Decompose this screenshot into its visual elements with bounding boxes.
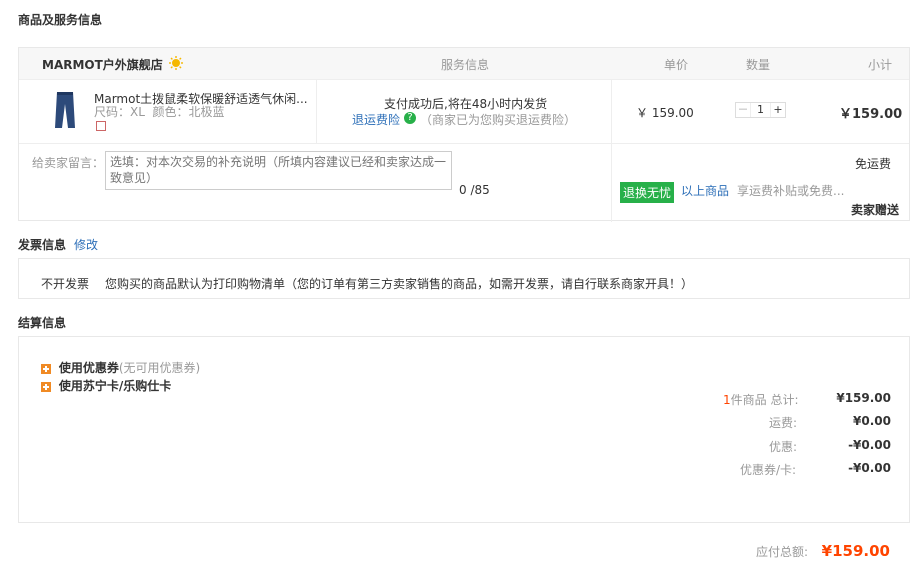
col-unit-price: 单价 (664, 58, 689, 72)
free-shipping: 免运费 (855, 157, 892, 171)
coupon-toggle[interactable]: 使用优惠券(无可用优惠券) (41, 359, 200, 376)
card-label[interactable]: 使用苏宁卡/乐购仕卡 (59, 379, 171, 393)
coupon-card-label: 优惠券/卡: (740, 463, 797, 477)
remark-counter: 0 /85 (459, 183, 490, 197)
product-spec: 尺码：XL 颜色：北极蓝 (94, 105, 225, 119)
payable-label: 应付总额: (756, 545, 809, 559)
divider (19, 143, 909, 144)
coupon-note: (无可用优惠券) (118, 361, 201, 375)
insurance-note: （商家已为您购买退运费险） (420, 113, 577, 127)
store-name[interactable]: MARMOT户外旗舰店 (42, 56, 163, 73)
invoice-section-title: 发票信息 (18, 238, 67, 252)
col-subtotal: 小计 (868, 58, 893, 72)
summary-total-row: 1件商品 总计: ¥159.00 (723, 391, 891, 408)
expand-plus-icon[interactable] (41, 381, 51, 392)
payable-total: ¥159.00 (821, 542, 890, 560)
item-count-label: 件商品 总计: (730, 393, 799, 407)
coupon-card-value: -¥0.00 (848, 461, 891, 475)
shipping-label: 运费: (769, 416, 798, 430)
product-subtotal: ￥159.00 (839, 107, 903, 122)
help-icon[interactable]: ? (404, 112, 416, 124)
summary-coupon-card-row: 优惠券/卡: -¥0.00 (723, 461, 891, 478)
invoice-edit-link[interactable]: 修改 (74, 236, 98, 253)
invoice-type: 不开发票 (41, 277, 90, 291)
remark-label: 给卖家留言： (32, 156, 105, 170)
col-service: 服务信息 (441, 58, 490, 72)
invoice-panel: 不开发票 您购买的商品默认为打印购物清单（您的订单有第三方卖家销售的商品，如需开… (18, 258, 910, 299)
seller-gift: 卖家赠送 (851, 203, 900, 217)
discount-value: -¥0.00 (848, 438, 891, 452)
item-count: 1 (723, 393, 731, 407)
sun-badge-icon (169, 56, 183, 70)
settlement-panel: 使用优惠券(无可用优惠券) 使用苏宁卡/乐购仕卡 1件商品 总计: ¥159.0… (18, 336, 910, 523)
return-goods-link[interactable]: 以上商品 (681, 182, 729, 199)
product-thumbnail[interactable] (52, 90, 78, 132)
summary-discount-row: 优惠: -¥0.00 (723, 438, 891, 455)
unit-price: ￥ 159.00 (636, 106, 694, 120)
goods-section-title: 商品及服务信息 (18, 13, 103, 27)
summary-total: ¥159.00 (836, 391, 891, 405)
return-insurance-link[interactable]: 退运费险 (352, 111, 400, 128)
service-delivery: 支付成功后,将在48小时内发货 (384, 97, 548, 111)
quantity-input[interactable]: 1 (750, 103, 771, 117)
coupon-label[interactable]: 使用优惠券 (59, 361, 119, 375)
expand-plus-icon[interactable] (41, 363, 51, 374)
card-toggle[interactable]: 使用苏宁卡/乐购仕卡 (41, 377, 171, 394)
divider (316, 80, 317, 143)
remark-textarea[interactable] (105, 151, 452, 190)
payable-row: 应付总额: ¥159.00 (756, 542, 890, 560)
col-quantity: 数量 (746, 58, 771, 72)
settlement-section-title: 结算信息 (18, 316, 67, 330)
shipping-value: ¥0.00 (853, 414, 891, 428)
return-tag: 退换无忧 (620, 182, 675, 203)
quantity-plus-button[interactable]: + (771, 103, 785, 117)
goods-panel: MARMOT户外旗舰店 服务信息 单价 数量 小计 Marmot土拨鼠柔软保暖舒… (18, 47, 910, 222)
invoice-note: 您购买的商品默认为打印购物清单（您的订单有第三方卖家销售的商品，如需开发票，请自… (105, 277, 694, 291)
summary-shipping-row: 运费: ¥0.00 (723, 414, 891, 431)
return-text: 享运费补贴或免费... (737, 184, 845, 198)
tag-icon (96, 121, 106, 131)
quantity-minus-button[interactable]: － (736, 103, 750, 117)
quantity-stepper[interactable]: － 1 + (735, 102, 786, 118)
divider (611, 80, 612, 222)
divider (19, 79, 909, 80)
discount-label: 优惠: (769, 440, 798, 454)
